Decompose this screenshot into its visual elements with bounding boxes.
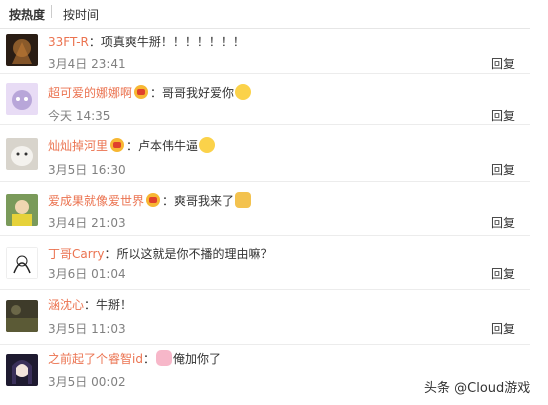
comment-text: 哥哥我好爱你: [162, 86, 235, 100]
reply-button[interactable]: 回复: [491, 55, 515, 72]
avatar[interactable]: [6, 354, 38, 386]
avatar[interactable]: [6, 300, 38, 332]
vip-badge-icon: [146, 193, 161, 207]
comment-item: 超可爱的娜娜啊 ：哥哥我好爱你 今天 14:35 回复: [0, 74, 530, 125]
comment-item: 爱成果就像爱世界 ：爽哥我来了 3月4日 21:03 回复: [0, 181, 530, 236]
comment-item: 涵沈心：牛掰！ 3月5日 11:03 回复: [0, 290, 530, 345]
username[interactable]: 爱成果就像爱世界: [48, 194, 144, 208]
comment-time: 3月6日 01:04: [48, 267, 126, 281]
sort-bar: 按热度 按时间: [0, 0, 530, 29]
username[interactable]: 灿灿掉河里: [48, 139, 108, 153]
comment-text: 爽哥我来了: [174, 194, 235, 208]
reply-button[interactable]: 回复: [491, 320, 515, 337]
separator: ：: [162, 194, 175, 208]
comment-item: 灿灿掉河里 ：卢本伟牛逼 3月5日 16:30 回复: [0, 125, 530, 182]
separator: ：: [150, 86, 163, 100]
comment-item: 丁哥Carry：所以这就是你不播的理由嘛？ 3月6日 01:04 回复: [0, 236, 530, 290]
username[interactable]: 涵沈心: [48, 298, 84, 312]
sort-by-time[interactable]: 按时间: [63, 6, 99, 23]
comment-time: 3月5日 00:02: [48, 375, 126, 389]
comment-text: 项真爽牛掰！！！！！！！: [100, 35, 245, 49]
comment-time: 3月4日 23:41: [48, 57, 126, 71]
reply-button[interactable]: 回复: [491, 161, 515, 178]
comment-panel: 按热度 按时间 33FT-R：项真爽牛掰！！！！！！！ 3月4日 23:41 回…: [0, 0, 530, 405]
comment-item: 33FT-R：项真爽牛掰！！！！！！！ 3月4日 23:41 回复: [0, 28, 530, 74]
comment-text: 俺加你了: [172, 352, 221, 366]
crying-emoji-icon: [235, 84, 252, 100]
comment-time: 3月5日 11:03: [48, 322, 126, 336]
sort-by-hot[interactable]: 按热度: [9, 6, 45, 23]
reply-button[interactable]: 回复: [491, 214, 515, 231]
separator: ：: [142, 352, 155, 366]
sort-divider: [51, 5, 52, 18]
separator: ：: [88, 35, 101, 49]
vip-badge-icon: [110, 138, 125, 152]
avatar[interactable]: [6, 83, 38, 115]
reply-button[interactable]: 回复: [491, 107, 515, 124]
username[interactable]: 丁哥Carry: [48, 247, 105, 261]
username[interactable]: 33FT-R: [48, 35, 89, 49]
comment-text: 所以这就是你不播的理由嘛？: [116, 247, 273, 261]
avatar[interactable]: [6, 138, 38, 170]
avatar[interactable]: [6, 247, 38, 279]
username[interactable]: 超可爱的娜娜啊: [48, 86, 132, 100]
shocked-emoji-icon: [199, 137, 216, 153]
vip-badge-icon: [134, 85, 149, 99]
avatar[interactable]: [6, 34, 38, 66]
separator: ：: [104, 247, 117, 261]
comment-time: 今天 14:35: [48, 109, 111, 123]
comment-time: 3月4日 21:03: [48, 216, 126, 230]
reply-button[interactable]: 回复: [491, 265, 515, 282]
pig-emoji-icon: [155, 350, 172, 366]
comment-time: 3月5日 16:30: [48, 163, 126, 177]
comment-text: 卢本伟牛逼: [138, 139, 199, 153]
avatar[interactable]: [6, 194, 38, 226]
comment-text: 牛掰！: [96, 298, 133, 312]
doge-emoji-icon: [235, 192, 252, 208]
separator: ：: [126, 139, 139, 153]
separator: ：: [84, 298, 97, 312]
source-watermark: 头条 @Cloud游戏: [424, 381, 531, 396]
username[interactable]: 之前起了个睿智id: [48, 352, 143, 366]
